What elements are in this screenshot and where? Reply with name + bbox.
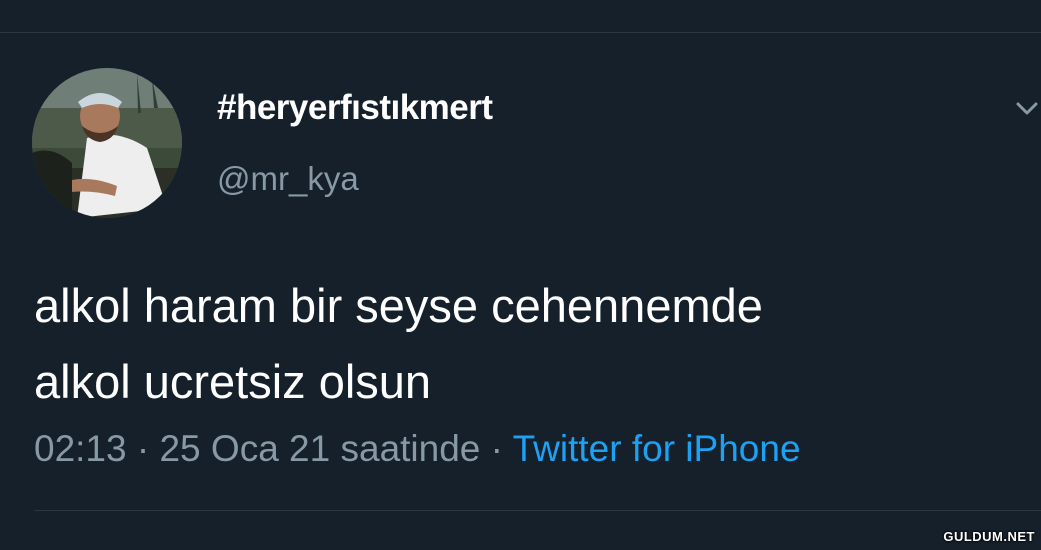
user-handle[interactable]: @mr_kya <box>217 160 359 198</box>
top-divider <box>0 32 1041 33</box>
tweet-page: #heryerfıstıkmert @mr_kya alkol haram bi… <box>0 0 1041 550</box>
tweet-time[interactable]: 02:13 <box>34 428 127 469</box>
tweet-text-line: alkol haram bir seyse cehennemde <box>34 279 763 332</box>
avatar-photo <box>32 68 182 218</box>
avatar[interactable] <box>32 68 182 218</box>
chevron-down-icon[interactable] <box>1012 94 1041 124</box>
tweet-source-link[interactable]: Twitter for iPhone <box>513 428 801 469</box>
tweet-date[interactable]: 25 Oca 21 saatinde <box>159 428 480 469</box>
meta-separator: · <box>480 428 513 469</box>
bottom-divider <box>34 510 1041 511</box>
display-name[interactable]: #heryerfıstıkmert <box>217 88 493 128</box>
meta-separator: · <box>126 428 160 469</box>
watermark: GULDUM.NET <box>943 529 1035 544</box>
tweet-text: alkol haram bir seyse cehennemde alkol u… <box>34 268 1024 420</box>
tweet-text-line: alkol ucretsiz olsun <box>34 355 432 408</box>
tweet-meta: 02:13 · 25 Oca 21 saatinde · Twitter for… <box>34 428 801 470</box>
